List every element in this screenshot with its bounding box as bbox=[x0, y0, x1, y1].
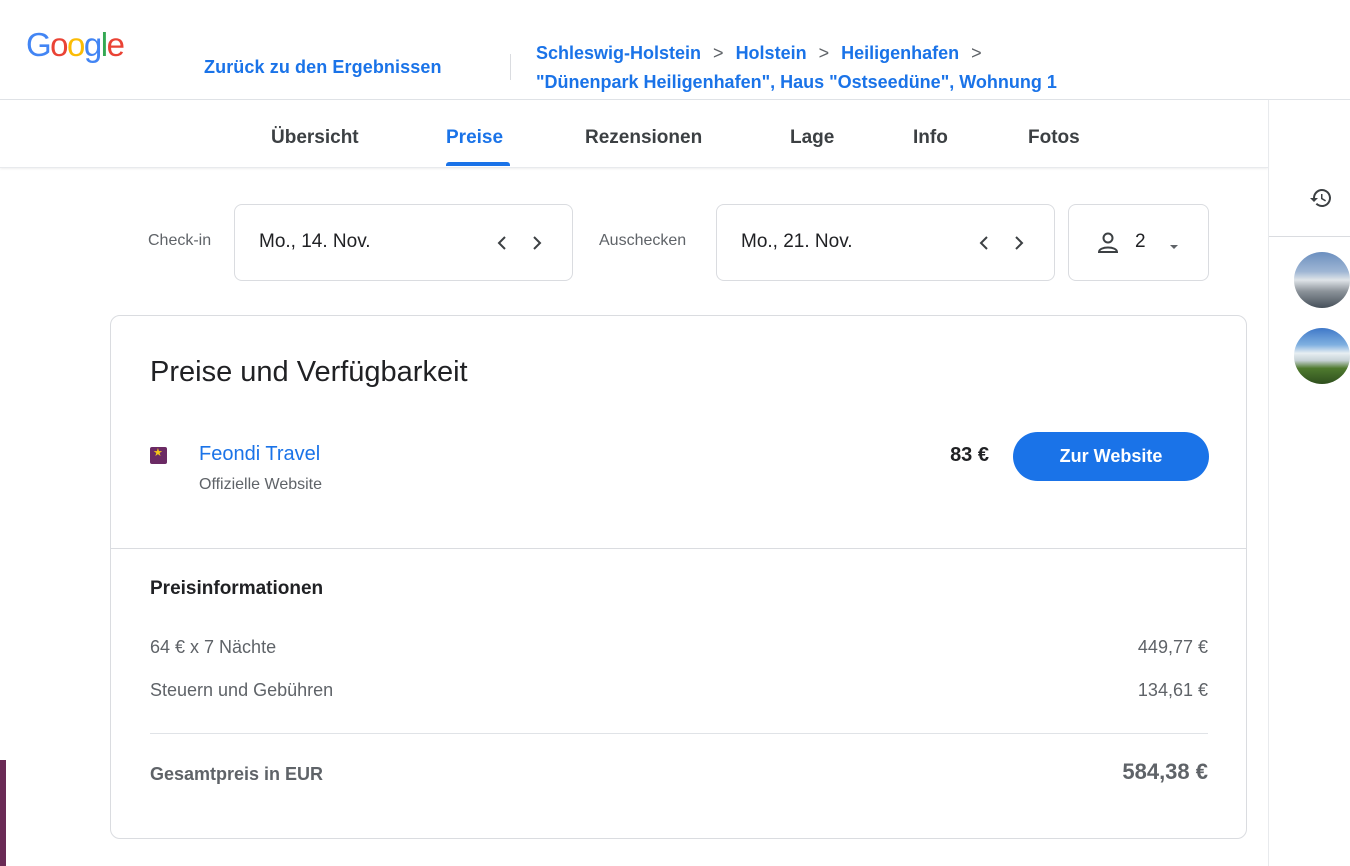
chevron-right-icon[interactable] bbox=[527, 233, 547, 253]
prices-card: Preise und Verfügbarkeit Feondi Travel O… bbox=[110, 315, 1247, 839]
tab-location[interactable]: Lage bbox=[790, 127, 834, 149]
checkout-date: Mo., 21. Nov. bbox=[741, 231, 853, 252]
active-tab-indicator bbox=[446, 162, 510, 166]
price-info-title: Preisinformationen bbox=[150, 578, 324, 599]
recent-hotel-thumbnail[interactable] bbox=[1294, 252, 1350, 308]
checkin-field[interactable]: Mo., 14. Nov. bbox=[234, 204, 573, 281]
tab-photos[interactable]: Fotos bbox=[1028, 127, 1080, 149]
page: Google Zurück zu den Ergebnissen Schlesw… bbox=[0, 0, 1350, 866]
back-to-results-link[interactable]: Zurück zu den Ergebnissen bbox=[204, 57, 442, 78]
breadcrumb-current[interactable]: "Dünenpark Heiligenhafen", Haus "Ostseed… bbox=[536, 67, 1057, 98]
breadcrumb-holstein[interactable]: Holstein bbox=[736, 43, 807, 63]
provider-subtitle: Offizielle Website bbox=[199, 476, 323, 493]
breadcrumb-heiligenhafen[interactable]: Heiligenhafen bbox=[841, 43, 959, 63]
total-value: 584,38 € bbox=[1122, 759, 1208, 784]
tab-reviews[interactable]: Rezensionen bbox=[585, 127, 702, 149]
checkout-field[interactable]: Mo., 21. Nov. bbox=[716, 204, 1055, 281]
right-rail bbox=[1268, 100, 1350, 866]
chevron-left-icon[interactable] bbox=[492, 233, 512, 253]
logo-letter: g bbox=[83, 26, 102, 63]
price-row-value: 449,77 € bbox=[1137, 637, 1208, 657]
breadcrumb-separator: > bbox=[971, 43, 982, 63]
breadcrumb-separator: > bbox=[713, 43, 724, 63]
history-icon[interactable] bbox=[1309, 186, 1335, 212]
breadcrumb: Schleswig-Holstein > Holstein > Heiligenhafe… bbox=[536, 38, 1057, 98]
dropdown-arrow-icon bbox=[1169, 239, 1179, 249]
google-logo[interactable]: Google bbox=[26, 26, 125, 64]
tab-overview[interactable]: Übersicht bbox=[271, 127, 359, 149]
guests-selector[interactable]: 2 bbox=[1068, 204, 1209, 281]
checkin-date: Mo., 14. Nov. bbox=[259, 231, 371, 252]
edge-decoration bbox=[0, 760, 6, 866]
provider-price: 83 € bbox=[950, 444, 989, 466]
logo-letter: o bbox=[50, 26, 68, 63]
recent-hotel-thumbnail[interactable] bbox=[1294, 328, 1350, 384]
checkout-label: Auschecken bbox=[599, 232, 687, 249]
breadcrumb-separator: > bbox=[818, 43, 830, 63]
price-row-label: Steuern und Gebühren bbox=[150, 680, 334, 700]
breadcrumb-schleswig-holstein[interactable]: Schleswig-Holstein bbox=[536, 43, 701, 63]
total-divider bbox=[150, 733, 1208, 734]
card-title: Preise und Verfügbarkeit bbox=[150, 356, 468, 388]
tab-info[interactable]: Info bbox=[913, 127, 948, 149]
chevron-left-icon[interactable] bbox=[974, 233, 994, 253]
logo-letter: o bbox=[67, 26, 85, 63]
total-label: Gesamtpreis in EUR bbox=[150, 764, 324, 784]
card-divider bbox=[111, 548, 1246, 549]
person-icon bbox=[1095, 230, 1121, 256]
provider-name-link[interactable]: Feondi Travel bbox=[199, 443, 320, 466]
guest-count: 2 bbox=[1135, 231, 1146, 252]
chevron-right-icon[interactable] bbox=[1009, 233, 1029, 253]
header: Google Zurück zu den Ergebnissen Schlesw… bbox=[0, 0, 1350, 100]
price-row-label: 64 € x 7 Nächte bbox=[150, 637, 277, 657]
checkin-label: Check-in bbox=[148, 232, 212, 249]
visit-website-button[interactable]: Zur Website bbox=[1013, 432, 1209, 481]
header-divider bbox=[510, 54, 511, 80]
tab-bar: Übersicht Preise Rezensionen Lage Info F… bbox=[0, 100, 1268, 168]
price-row-value: 134,61 € bbox=[1137, 680, 1208, 700]
logo-letter: e bbox=[106, 26, 125, 63]
tab-prices[interactable]: Preise bbox=[446, 127, 503, 149]
provider-logo-icon bbox=[150, 446, 167, 464]
rail-divider bbox=[1269, 236, 1350, 237]
logo-letter: G bbox=[26, 26, 52, 63]
